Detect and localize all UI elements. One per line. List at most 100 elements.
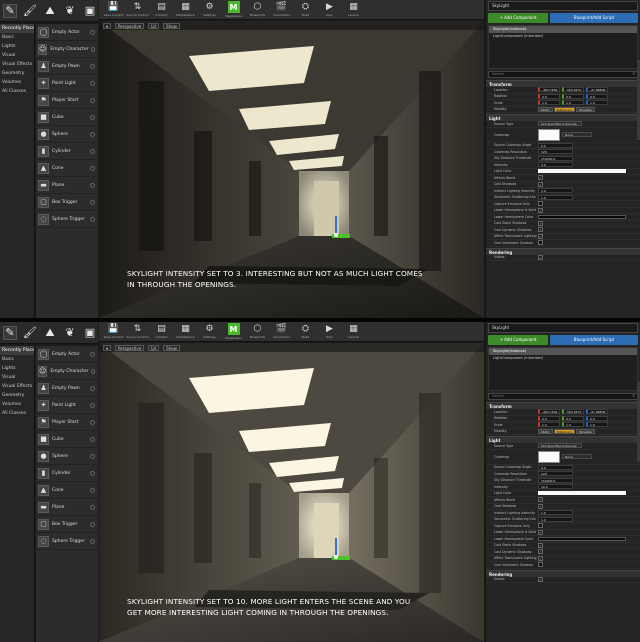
content-button[interactable]: ▤ Content: [150, 0, 173, 19]
blueprint-script-button[interactable]: Blueprint/Add Script: [550, 13, 638, 23]
checkbox[interactable]: ✓: [538, 542, 543, 548]
transform-section-header[interactable]: Transform: [486, 80, 640, 87]
megascans-button[interactable]: M Megascans: [222, 0, 245, 19]
lower-color-swatch[interactable]: [538, 536, 626, 541]
cast-shadows-checkbox[interactable]: ✓: [538, 503, 543, 509]
level-viewport[interactable]: ▾ Perspective Lit Show SKYLIGHT INTENSIT…: [99, 21, 484, 318]
component-item[interactable]: LightComponent (Inherited): [489, 355, 637, 362]
cubemap-dropdown[interactable]: None: [562, 132, 592, 137]
viewport-options-button[interactable]: ▾: [103, 344, 112, 351]
affects-world-checkbox[interactable]: ✓: [538, 175, 543, 181]
category-item[interactable]: Recently Placed: [0, 346, 34, 355]
category-item[interactable]: Visual Effects: [0, 382, 34, 391]
source-control-button[interactable]: ⇅ Source Control: [126, 0, 149, 19]
placeable-item[interactable]: ☺ Empty Character: [36, 363, 98, 380]
mobility-static-button[interactable]: Static: [538, 106, 553, 112]
perspective-button[interactable]: Perspective: [115, 344, 145, 351]
checkbox[interactable]: ✓: [538, 233, 543, 239]
mobility-stationary-button[interactable]: Stationary: [553, 106, 576, 112]
lower-color-swatch[interactable]: [538, 214, 626, 219]
category-item[interactable]: Visual: [0, 51, 34, 60]
placeable-item[interactable]: ✦ Point Light: [36, 75, 98, 92]
marketplace-button[interactable]: ▦ Marketplace: [174, 322, 197, 341]
mobility-stationary-button[interactable]: Stationary: [553, 428, 576, 434]
blueprint-script-button[interactable]: Blueprint/Add Script: [550, 335, 638, 345]
add-component-button[interactable]: + Add Component: [488, 335, 548, 345]
save-button[interactable]: 💾 Save Current: [102, 0, 125, 19]
placeable-item[interactable]: ✦ Point Light: [36, 397, 98, 414]
perspective-button[interactable]: Perspective: [115, 22, 145, 29]
checkbox[interactable]: [538, 240, 543, 246]
place-mode-icon[interactable]: ✎: [3, 325, 17, 340]
blueprints-button[interactable]: ⬡ Blueprints: [246, 0, 269, 19]
placeable-item[interactable]: ● Sphere: [36, 448, 98, 465]
blueprints-button[interactable]: ⬡ Blueprints: [246, 322, 269, 341]
details-search-input[interactable]: Search ⌕: [488, 71, 638, 78]
cubemap-dropdown[interactable]: None: [562, 454, 592, 459]
rendering-section-header[interactable]: Rendering: [486, 247, 640, 255]
category-item[interactable]: All Classes: [0, 409, 34, 418]
placeable-item[interactable]: ▬ Plane: [36, 177, 98, 194]
marketplace-button[interactable]: ▦ Marketplace: [174, 0, 197, 19]
checkbox[interactable]: [538, 523, 543, 529]
placeable-item[interactable]: ■ Cube: [36, 431, 98, 448]
visible-checkbox[interactable]: ✓: [538, 576, 543, 582]
category-item[interactable]: Geometry: [0, 69, 34, 78]
launch-button[interactable]: ▦ Launch: [342, 0, 365, 19]
placeable-item[interactable]: ▢ Box Trigger: [36, 194, 98, 211]
light-color-swatch[interactable]: [538, 169, 626, 174]
cinematics-button[interactable]: 🎬 Cinematics: [270, 0, 293, 19]
placeable-item[interactable]: ♟ Empty Pawn: [36, 58, 98, 75]
placeable-item[interactable]: ◯ Empty Actor: [36, 24, 98, 41]
component-item[interactable]: SkyLight(Instance): [489, 26, 637, 33]
play-button[interactable]: ▶ Play: [318, 322, 341, 341]
checkbox[interactable]: [538, 562, 543, 568]
placeable-item[interactable]: ▢ Box Trigger: [36, 516, 98, 533]
placeable-item[interactable]: ▮ Cylinder: [36, 143, 98, 160]
paint-mode-icon[interactable]: 🖌: [23, 326, 37, 340]
cubemap-thumbnail[interactable]: [538, 128, 560, 141]
foliage-mode-icon[interactable]: ❦: [63, 326, 77, 340]
details-search-input[interactable]: Search ⌕: [488, 393, 638, 400]
component-item[interactable]: LightComponent (Inherited): [489, 33, 637, 40]
landscape-mode-icon[interactable]: ⛰: [43, 326, 57, 340]
launch-button[interactable]: ▦ Launch: [342, 322, 365, 341]
build-button[interactable]: ⛭ Build: [294, 0, 317, 19]
checkbox[interactable]: ✓: [538, 227, 543, 233]
category-item[interactable]: Volumes: [0, 400, 34, 409]
placeable-item[interactable]: ⚑ Player Start: [36, 92, 98, 109]
place-mode-icon[interactable]: ✎: [3, 3, 17, 18]
category-item[interactable]: Volumes: [0, 78, 34, 87]
save-button[interactable]: 💾 Save Current: [102, 322, 125, 341]
play-button[interactable]: ▶ Play: [318, 0, 341, 19]
light-section-header[interactable]: Light: [486, 436, 640, 443]
placeable-item[interactable]: ▲ Cone: [36, 482, 98, 499]
show-button[interactable]: Show: [163, 22, 180, 29]
category-item[interactable]: Basic: [0, 355, 34, 364]
placeable-item[interactable]: ◯ Empty Actor: [36, 346, 98, 363]
checkbox[interactable]: ✓: [538, 549, 543, 555]
show-button[interactable]: Show: [163, 344, 180, 351]
placeable-item[interactable]: ☺ Empty Character: [36, 41, 98, 58]
actor-name-field[interactable]: SkyLight: [488, 323, 638, 333]
foliage-mode-icon[interactable]: ❦: [63, 4, 77, 18]
geometry-mode-icon[interactable]: ▣: [83, 4, 97, 18]
category-item[interactable]: Visual: [0, 373, 34, 382]
intensity-field[interactable]: 3.0: [538, 162, 573, 168]
placeable-item[interactable]: ◌ Sphere Trigger: [36, 211, 98, 228]
source-control-button[interactable]: ⇅ Source Control: [126, 322, 149, 341]
rendering-section-header[interactable]: Rendering: [486, 569, 640, 577]
checkbox[interactable]: ✓: [538, 529, 543, 535]
placeable-item[interactable]: ▬ Plane: [36, 499, 98, 516]
level-viewport[interactable]: ▾ Perspective Lit Show SKYLIGHT INTENSIT…: [99, 343, 484, 642]
settings-button[interactable]: ⚙ Settings: [198, 322, 221, 341]
placeable-item[interactable]: ▲ Cone: [36, 160, 98, 177]
mobility-static-button[interactable]: Static: [538, 428, 553, 434]
lit-button[interactable]: Lit: [148, 344, 160, 351]
placeable-item[interactable]: ● Sphere: [36, 126, 98, 143]
category-item[interactable]: All Classes: [0, 87, 34, 96]
megascans-button[interactable]: M Megascans: [222, 322, 245, 341]
visible-checkbox[interactable]: ✓: [538, 254, 543, 260]
cubemap-thumbnail[interactable]: [538, 450, 560, 463]
paint-mode-icon[interactable]: 🖌: [23, 4, 37, 18]
